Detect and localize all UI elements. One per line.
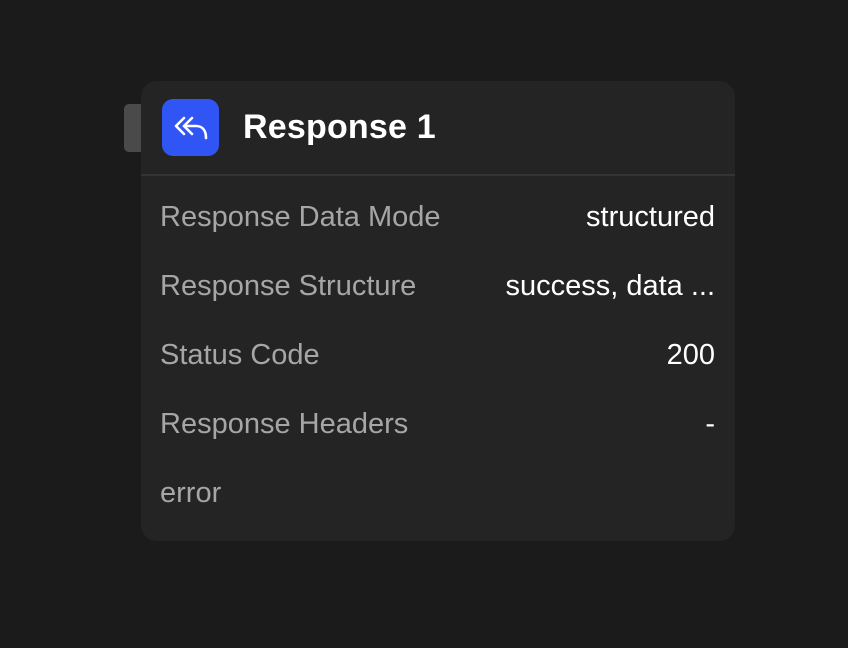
property-value: structured	[586, 201, 715, 233]
property-value: -	[705, 408, 715, 440]
node-header: Response 1	[141, 81, 735, 176]
property-row-error: error	[141, 459, 735, 528]
property-value: 200	[666, 339, 715, 371]
property-label: Response Structure	[160, 270, 417, 302]
reply-all-icon	[162, 99, 219, 156]
property-label: Response Headers	[160, 408, 409, 440]
property-row-status-code: Status Code 200	[141, 321, 735, 390]
property-label: Status Code	[160, 339, 320, 371]
property-row-response-headers: Response Headers -	[141, 390, 735, 459]
property-value: success, data ...	[505, 270, 715, 302]
node-title: Response 1	[243, 108, 436, 146]
property-row-response-data-mode: Response Data Mode structured	[141, 183, 735, 252]
property-label: Response Data Mode	[160, 201, 441, 233]
property-row-response-structure: Response Structure success, data ...	[141, 252, 735, 321]
property-label: error	[160, 477, 222, 509]
response-node[interactable]: Response 1 Response Data Mode structured…	[141, 81, 735, 541]
node-properties: Response Data Mode structured Response S…	[141, 176, 735, 528]
